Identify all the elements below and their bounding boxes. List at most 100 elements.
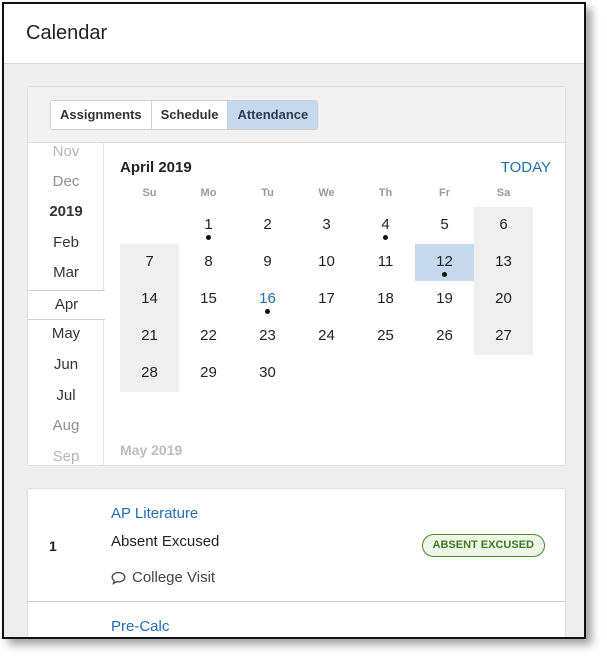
day-cell-18[interactable]: 18 [356,281,415,318]
month-picker: Nov Dec 2019 Feb Mar Apr May Jun Jul Aug… [28,143,105,465]
tab-schedule[interactable]: Schedule [151,101,229,129]
day-number: 29 [200,364,217,381]
day-number: 13 [495,253,512,270]
calendar-card: Assignments Schedule Attendance Nov Dec … [27,86,566,466]
day-number: 9 [263,253,272,270]
month-item-dec[interactable]: Dec [28,169,104,195]
day-number: 25 [377,327,394,344]
month-item-jun[interactable]: Jun [28,352,104,378]
day-number: 30 [259,364,276,381]
attendance-comment: College Visit [111,569,215,586]
day-number: 2 [263,216,272,233]
attendance-entry[interactable]: 1 AP Literature Absent Excused College V… [28,489,565,602]
day-cell-14[interactable]: 14 [120,281,179,318]
day-cell-25[interactable]: 25 [356,318,415,355]
day-number: 1 [204,216,213,233]
day-cell-19[interactable]: 19 [415,281,474,318]
day-number: 15 [200,290,217,307]
day-number: 23 [259,327,276,344]
month-item-sep[interactable]: Sep [28,444,104,465]
day-cell-29[interactable]: 29 [179,355,238,392]
next-month-label: May 2019 [120,442,183,458]
weekday-label: Fr [439,187,450,199]
tab-assignments[interactable]: Assignments [51,101,152,129]
day-cell-27[interactable]: 27 [474,318,533,355]
weekday-label: Mo [200,187,217,199]
day-cell-23[interactable]: 23 [238,318,297,355]
day-cell-10[interactable]: 10 [297,244,356,281]
month-item-feb[interactable]: Feb [28,230,104,256]
course-link[interactable]: Pre-Calc [111,618,169,635]
comment-text: College Visit [132,569,216,586]
day-cell-13[interactable]: 13 [474,244,533,281]
day-cell-16[interactable]: 16 [238,281,297,318]
day-cell-2[interactable]: 2 [238,207,297,244]
day-cell-30[interactable]: 30 [238,355,297,392]
day-number: 17 [318,290,335,307]
day-cell-15[interactable]: 15 [179,281,238,318]
day-cell-8[interactable]: 8 [179,244,238,281]
day-number: 5 [440,216,449,233]
today-button[interactable]: TODAY [501,159,551,176]
day-number: 7 [145,253,154,270]
day-number: 14 [141,290,158,307]
calendar-window: Calendar Assignments Schedule Attendance… [2,2,586,639]
day-cell-17[interactable]: 17 [297,281,356,318]
event-dot [442,272,447,277]
day-cell-20[interactable]: 20 [474,281,533,318]
day-cell-11[interactable]: 11 [356,244,415,281]
day-cell-22[interactable]: 22 [179,318,238,355]
day-number: 6 [499,216,508,233]
weekday-label: Su [142,187,157,199]
course-link[interactable]: AP Literature [111,505,198,522]
attendance-status: Absent Excused [111,533,220,550]
weekday-label: Sa [496,187,511,199]
year-label: 2019 [49,203,83,220]
weekday-label: Tu [261,187,274,199]
day-cell-26[interactable]: 26 [415,318,474,355]
day-number: 16 [259,290,276,307]
status-badge: ABSENT EXCUSED [421,534,545,557]
day-number: 10 [318,253,335,270]
day-cell-7[interactable]: 7 [120,244,179,281]
day-cell-9[interactable]: 9 [238,244,297,281]
event-dot [265,309,270,314]
day-number: 8 [204,253,213,270]
day-number: 27 [495,327,512,344]
day-number: 4 [381,216,390,233]
day-number: 21 [141,327,158,344]
tab-strip: Assignments Schedule Attendance [28,87,565,143]
day-cell-21[interactable]: 21 [120,318,179,355]
day-cell-1[interactable]: 1 [179,207,238,244]
day-cell-4[interactable]: 4 [356,207,415,244]
day-number: 18 [377,290,394,307]
day-number: 19 [436,290,453,307]
page-title: Calendar [26,22,108,44]
month-item-nov[interactable]: Nov [28,139,104,165]
top-bar: Calendar [4,4,584,64]
day-number: 28 [141,364,158,381]
month-grid: April 2019 TODAY Su Mo Tu We Th Fr Sa 12345678… [105,143,565,465]
day-cell-3[interactable]: 3 [297,207,356,244]
month-item-jul[interactable]: Jul [28,383,104,409]
view-tabs: Assignments Schedule Attendance [50,100,319,130]
comment-icon [111,571,126,585]
day-cell-24[interactable]: 24 [297,318,356,355]
day-cell-12[interactable]: 12 [415,244,474,281]
day-number: 12 [436,253,453,270]
period-number: 1 [49,538,57,554]
day-number: 11 [377,253,394,270]
month-item-may[interactable]: May [28,321,104,347]
month-item-apr[interactable]: Apr [28,290,105,320]
day-cell-6[interactable]: 6 [474,207,533,244]
month-item-mar[interactable]: Mar [28,260,104,286]
day-cell-28[interactable]: 28 [120,355,179,392]
tab-attendance[interactable]: Attendance [228,101,318,129]
weekday-label: Th [378,187,393,199]
day-number: 3 [322,216,331,233]
attendance-list: 1 AP Literature Absent Excused College V… [27,488,566,637]
month-item-aug[interactable]: Aug [28,413,104,439]
day-cell-5[interactable]: 5 [415,207,474,244]
attendance-entry[interactable]: Pre-Calc [28,602,565,637]
day-number: 20 [495,290,512,307]
